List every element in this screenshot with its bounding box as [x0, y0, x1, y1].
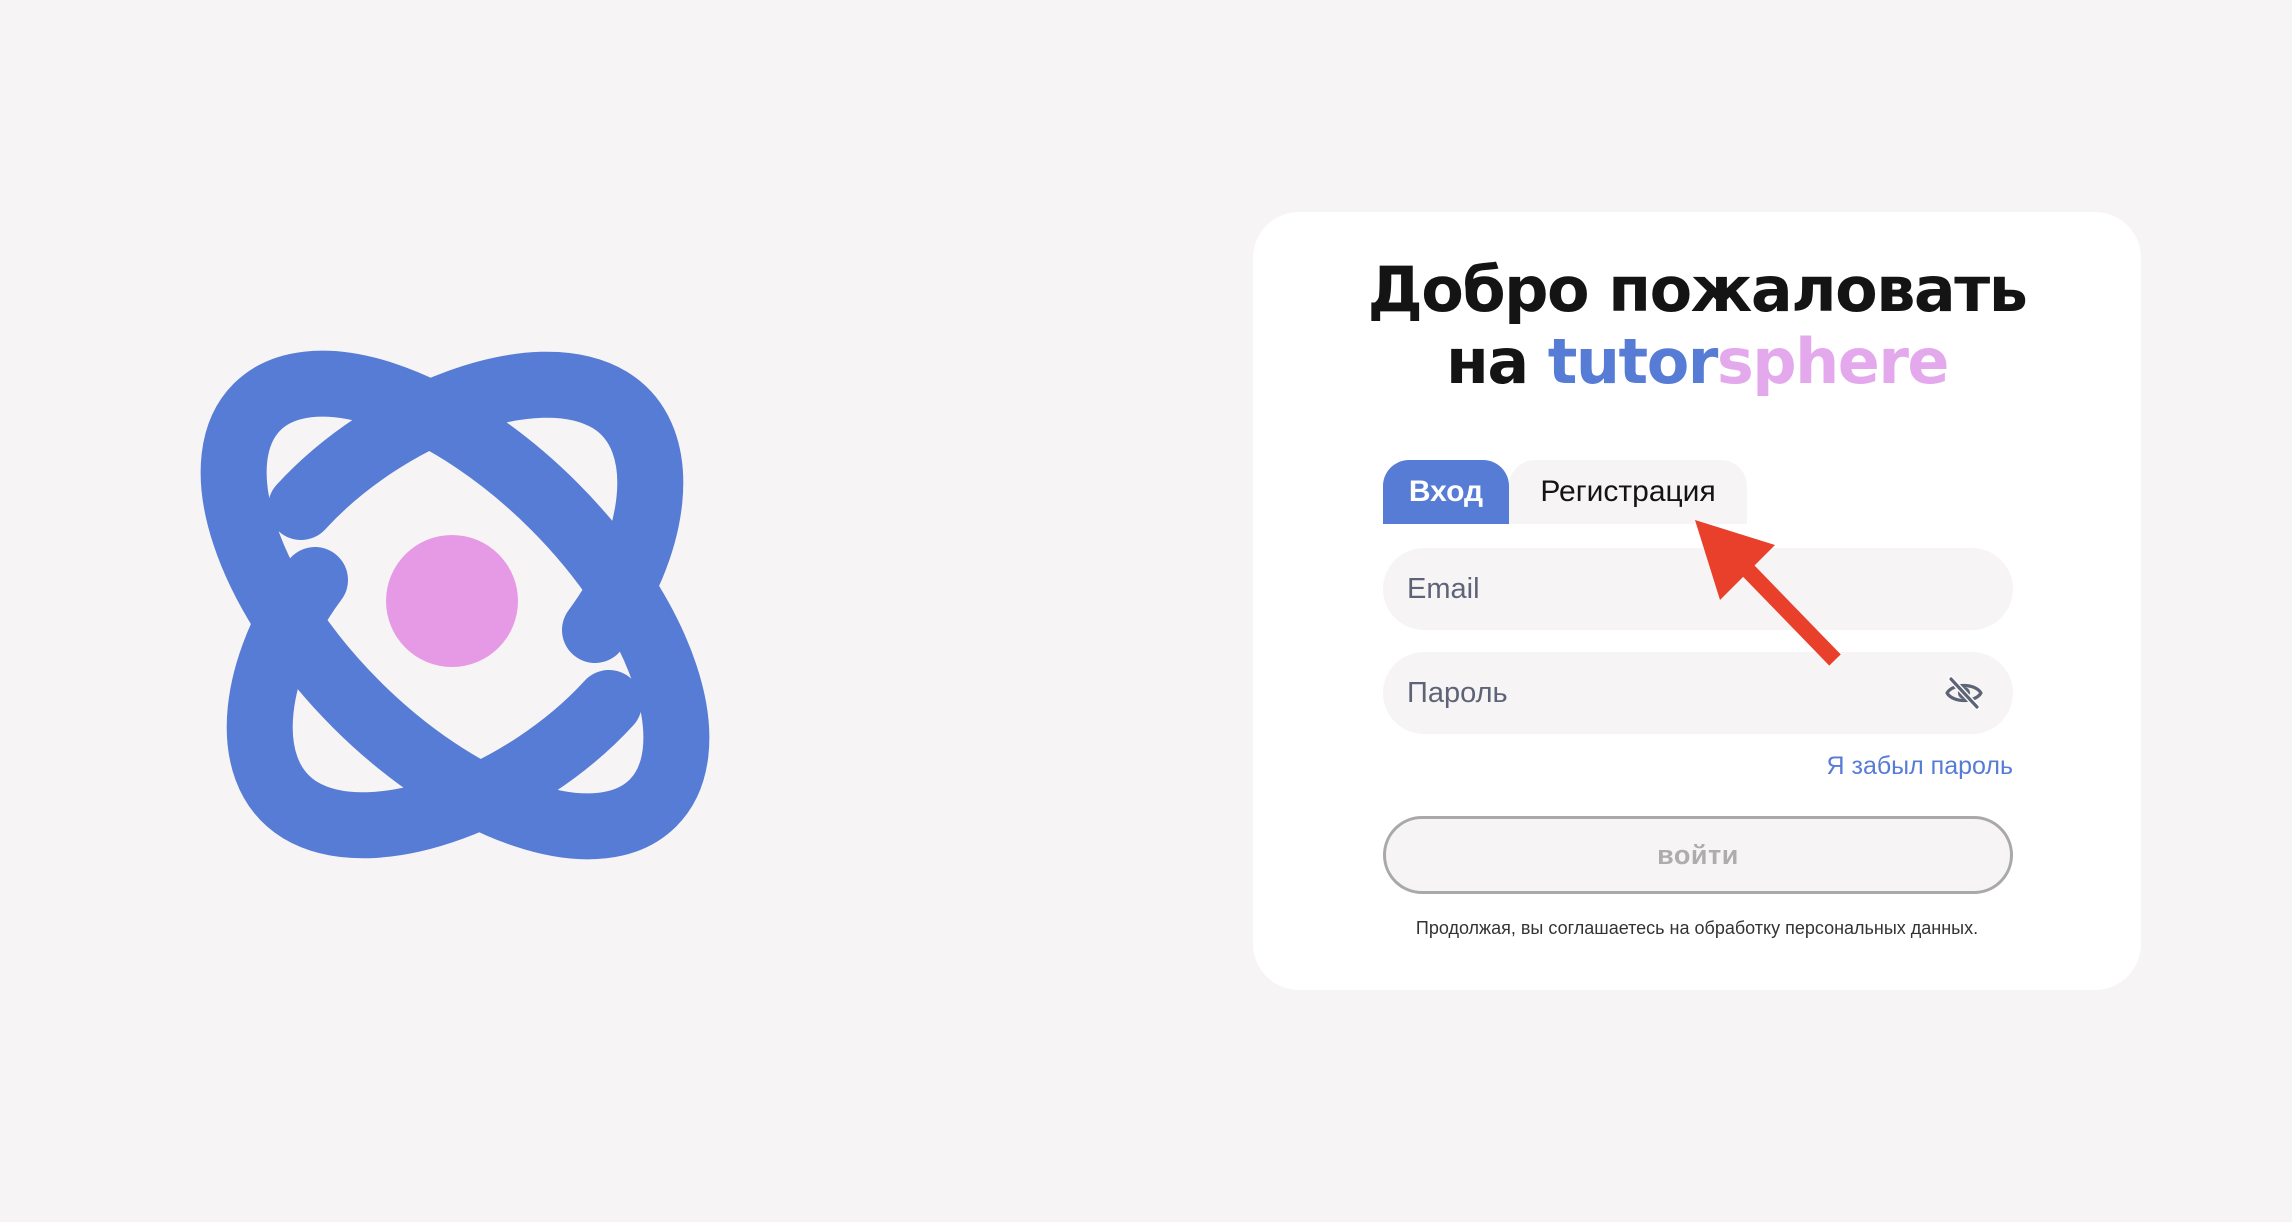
password-field-container: [1383, 652, 2013, 734]
consent-notice: Продолжая, вы соглашаетесь на обработку …: [1415, 918, 1979, 938]
login-submit-button[interactable]: войти: [1383, 816, 2013, 894]
welcome-prefix: на: [1446, 325, 1529, 398]
brand-name-part2: sphere: [1716, 325, 1950, 398]
email-input[interactable]: [1405, 571, 1991, 607]
welcome-title: Добро пожаловать на tutorsphere: [1253, 254, 2141, 398]
tab-login[interactable]: Вход: [1383, 460, 1509, 524]
password-input[interactable]: [1405, 675, 1991, 711]
welcome-line-2: на tutorsphere: [1253, 326, 2141, 398]
eye-off-icon[interactable]: [1945, 676, 1983, 710]
welcome-line-1: Добро пожаловать: [1367, 253, 2028, 326]
email-field-container: [1383, 548, 2013, 630]
forgot-password-link[interactable]: Я забыл пароль: [1827, 752, 2014, 781]
atom-logo-icon: [200, 350, 710, 860]
auth-tabs: Вход Регистрация: [1383, 460, 1747, 524]
tab-registration[interactable]: Регистрация: [1509, 460, 1747, 524]
login-card: Добро пожаловать на tutorsphere Вход Рег…: [1253, 212, 2141, 990]
brand-name-part1: tutor: [1547, 325, 1719, 398]
login-page: Добро пожаловать на tutorsphere Вход Рег…: [0, 0, 2292, 1222]
